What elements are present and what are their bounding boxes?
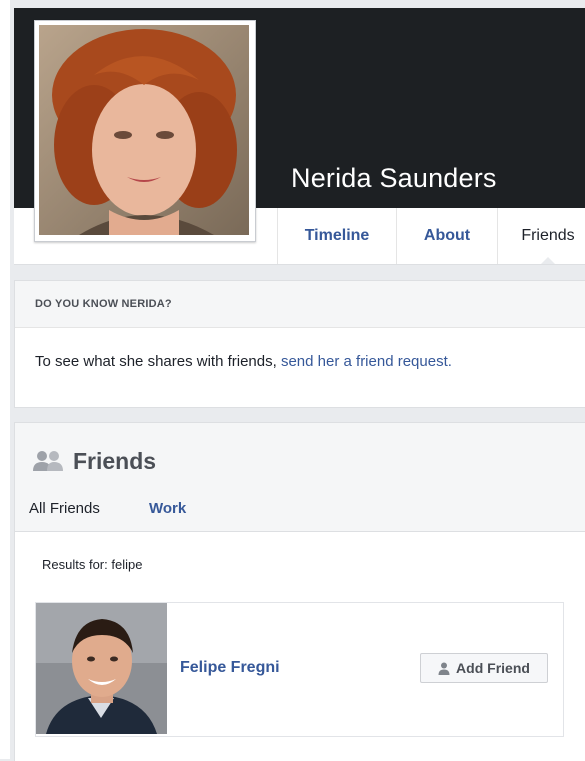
friends-icon [33, 451, 63, 471]
results-label: Results for: felipe [42, 557, 143, 572]
tab-all-friends[interactable]: All Friends [29, 500, 100, 517]
do-you-know-header: DO YOU KNOW NERIDA? [15, 281, 585, 328]
friend-list-item: Felipe Fregni Add Friend [35, 602, 564, 737]
tab-about[interactable]: About [396, 208, 497, 264]
tab-friends[interactable]: Friends [497, 208, 585, 264]
do-you-know-card: DO YOU KNOW NERIDA? To see what she shar… [14, 280, 585, 408]
profile-picture[interactable] [34, 20, 256, 242]
profile-photo-image [39, 25, 249, 235]
add-friend-button[interactable]: Add Friend [420, 653, 548, 683]
friend-name-link[interactable]: Felipe Fregni [180, 659, 280, 677]
page-edge [0, 0, 10, 759]
profile-name: Nerida Saunders [291, 163, 497, 193]
send-friend-request-link[interactable]: send her a friend request. [281, 353, 452, 370]
friend-request-message-text: To see what she shares with friends, [35, 353, 281, 370]
friend-request-message: To see what she shares with friends, sen… [35, 353, 452, 370]
friends-card: Friends All Friends Work Results for: fe… [14, 422, 585, 761]
friends-results: Results for: felipe Felipe Fregni Add Fr… [15, 531, 585, 761]
add-friend-icon [438, 662, 450, 675]
friend-avatar[interactable] [36, 603, 167, 734]
add-friend-label: Add Friend [456, 660, 530, 676]
friends-section-title: Friends [73, 448, 157, 474]
tab-timeline[interactable]: Timeline [277, 208, 396, 264]
tab-work[interactable]: Work [149, 500, 186, 517]
do-you-know-heading: DO YOU KNOW NERIDA? [35, 298, 172, 310]
